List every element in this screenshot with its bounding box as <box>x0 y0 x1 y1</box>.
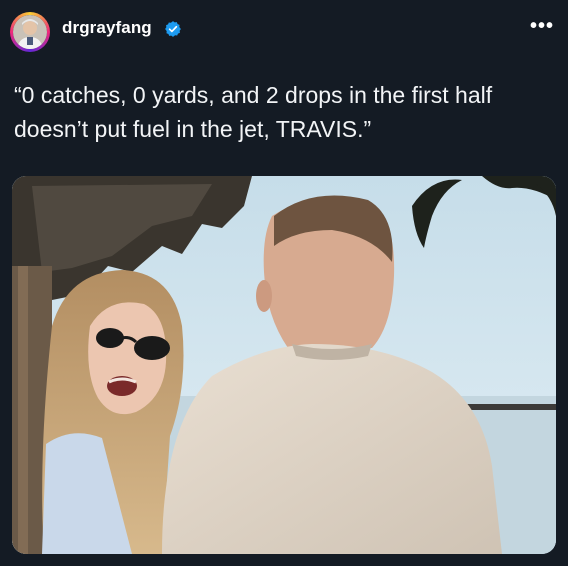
post-header: drgrayfang ••• <box>0 0 568 62</box>
post-caption: “0 catches, 0 yards, and 2 drops in the … <box>14 82 493 142</box>
verified-badge-icon <box>165 21 181 37</box>
post-card: drgrayfang ••• “0 catches, 0 yards, and … <box>0 0 568 566</box>
avatar[interactable] <box>10 12 50 52</box>
photo-illustration <box>12 176 556 554</box>
avatar-image <box>13 15 47 49</box>
more-options-icon[interactable]: ••• <box>530 16 554 36</box>
post-photo[interactable] <box>12 176 556 554</box>
username[interactable]: drgrayfang <box>62 18 152 38</box>
